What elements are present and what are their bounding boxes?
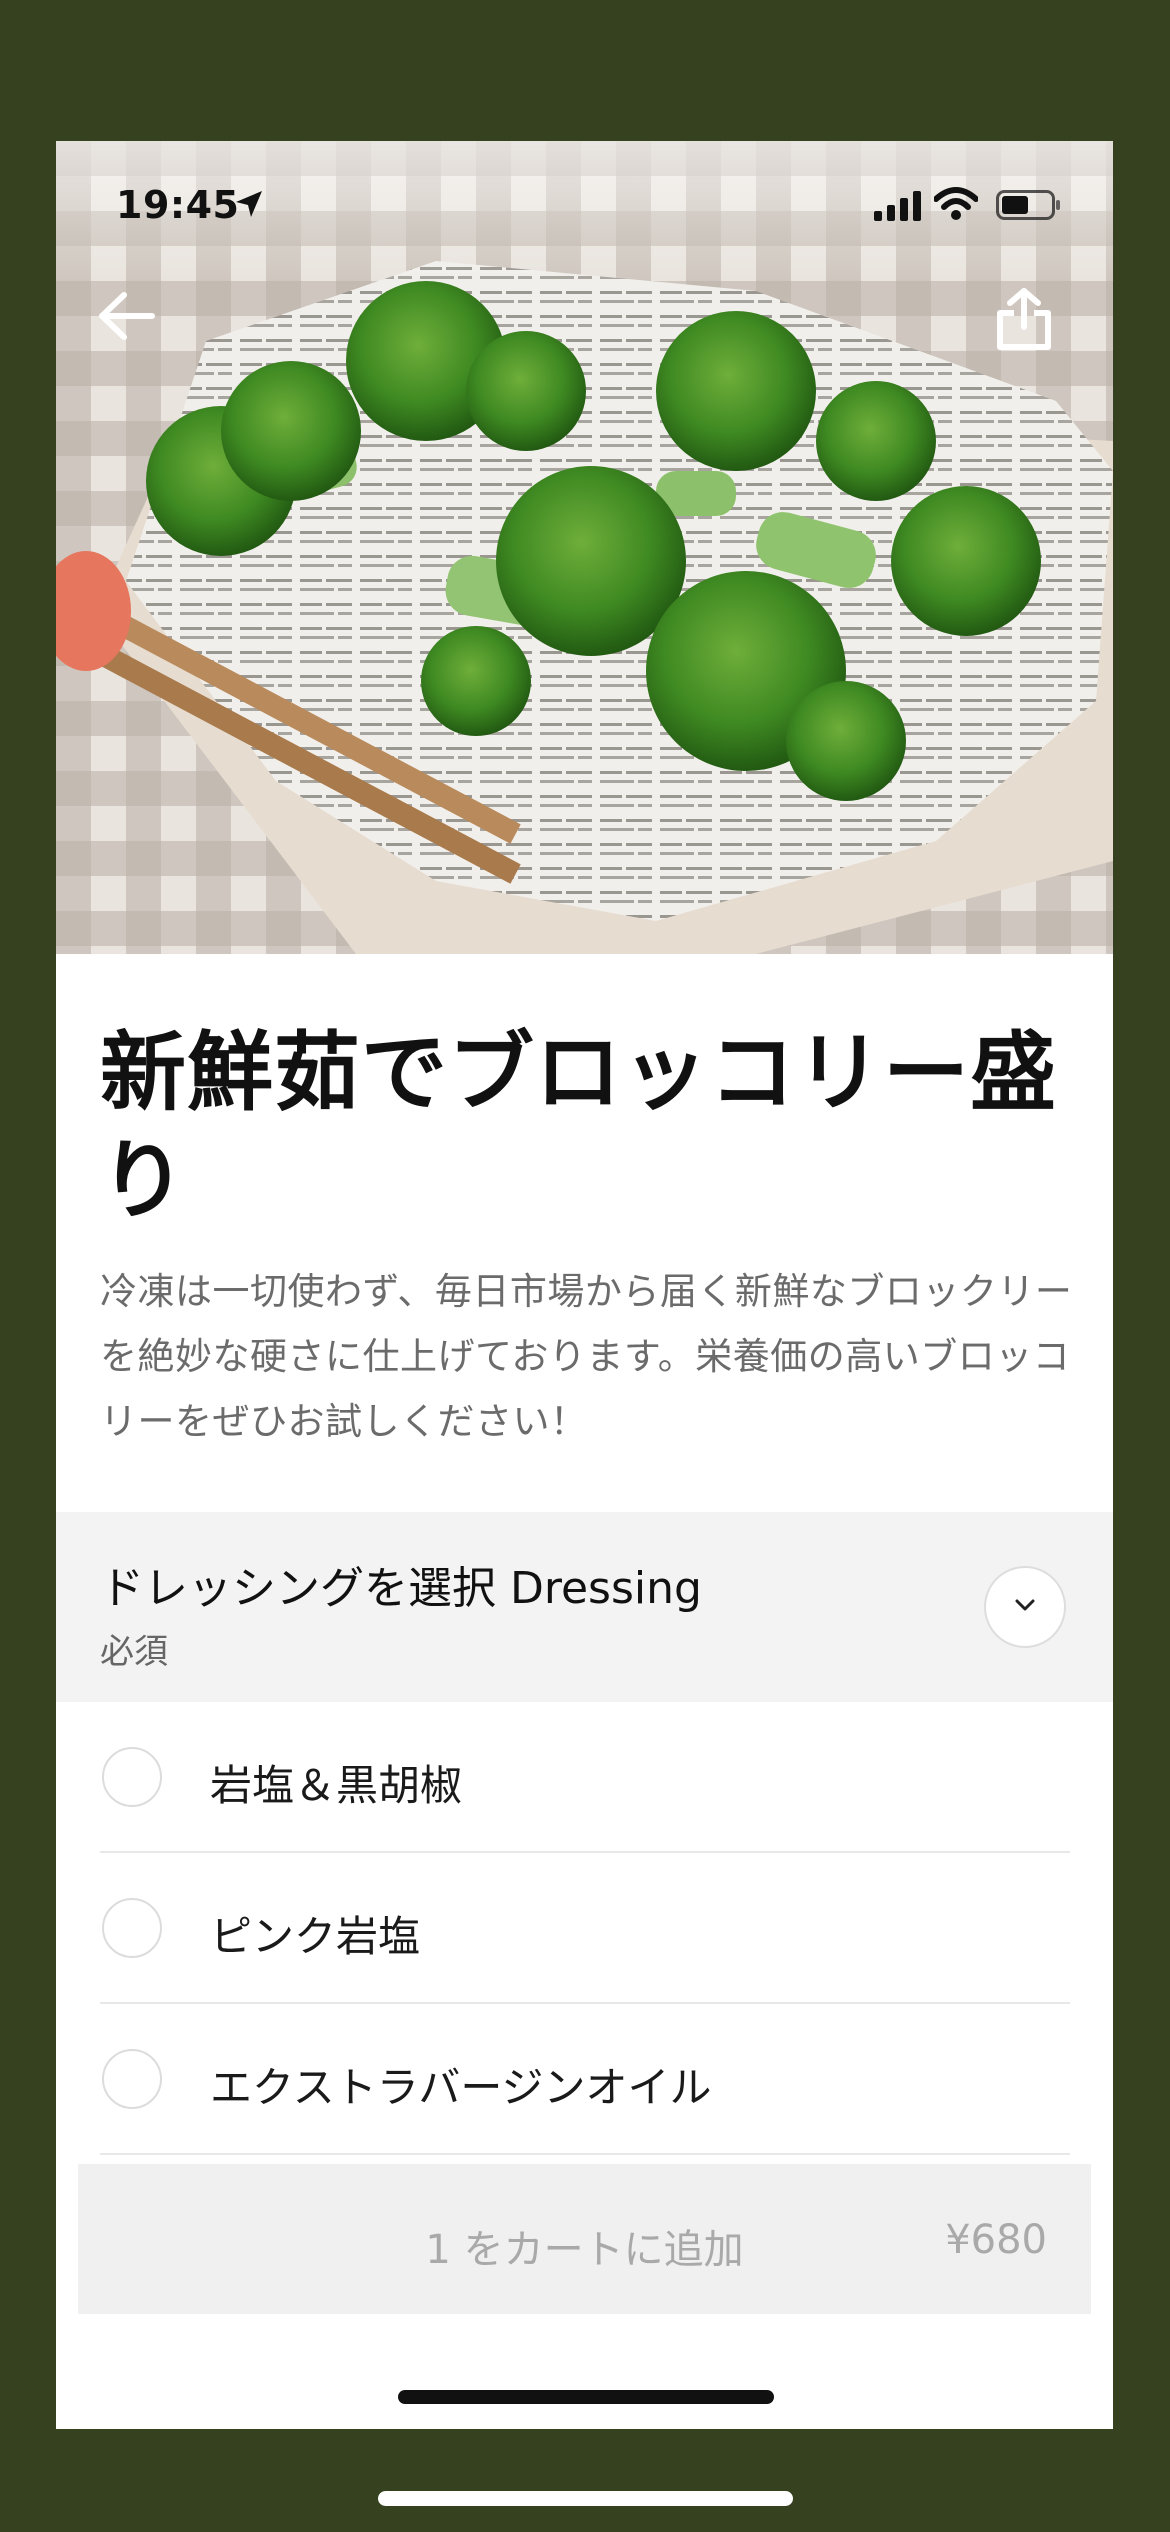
- dressing-option-pink-salt[interactable]: ピンク岩塩: [100, 1853, 1070, 2004]
- collapse-button[interactable]: [984, 1566, 1066, 1648]
- required-label: 必須: [100, 1632, 168, 1672]
- option-label: ピンク岩塩: [210, 1912, 421, 1961]
- location-arrow-icon: [234, 189, 264, 219]
- dressing-option-rock-salt-pepper[interactable]: 岩塩＆黒胡椒: [100, 1702, 1070, 1853]
- chevron-down-icon: [1013, 1597, 1037, 1617]
- product-title: 新鮮茹でブロッコリー盛り: [100, 1023, 1057, 1231]
- dressing-option-olive-oil[interactable]: エクストラバージンオイル: [100, 2004, 1070, 2155]
- outer-home-indicator: [378, 2491, 793, 2506]
- radio-button[interactable]: [102, 2049, 162, 2109]
- option-group-title: ドレッシングを選択 Dressing: [100, 1563, 702, 1614]
- status-bar: 19:45: [56, 141, 1113, 231]
- back-button[interactable]: [96, 291, 172, 367]
- app-screen: 19:45 新鮮茹でブロッコリー盛り 冷凍は一切使わず、毎日市場から届く新鮮なブ…: [56, 141, 1113, 2429]
- radio-button[interactable]: [102, 1898, 162, 1958]
- add-to-cart-label: 1 をカートに追加: [425, 2227, 744, 2273]
- broccoli-photo-illustration: [56, 141, 1113, 954]
- option-label: エクストラバージンオイル: [210, 2063, 712, 2112]
- home-indicator[interactable]: [398, 2390, 774, 2404]
- option-label: 岩塩＆黒胡椒: [210, 1761, 463, 1810]
- cart-price: ¥680: [945, 2217, 1047, 2263]
- radio-button[interactable]: [102, 1747, 162, 1807]
- add-to-cart-button[interactable]: 1 をカートに追加 ¥680: [78, 2164, 1091, 2314]
- product-description: 冷凍は一切使わず、毎日市場から届く新鮮なブロックリーを絶妙な硬さに仕上げておりま…: [100, 1270, 1073, 1443]
- share-button[interactable]: [996, 287, 1072, 367]
- status-time: 19:45: [116, 183, 240, 227]
- dressing-option-group-header[interactable]: ドレッシングを選択 Dressing 必須: [56, 1512, 1113, 1702]
- product-photo: 19:45: [56, 141, 1113, 954]
